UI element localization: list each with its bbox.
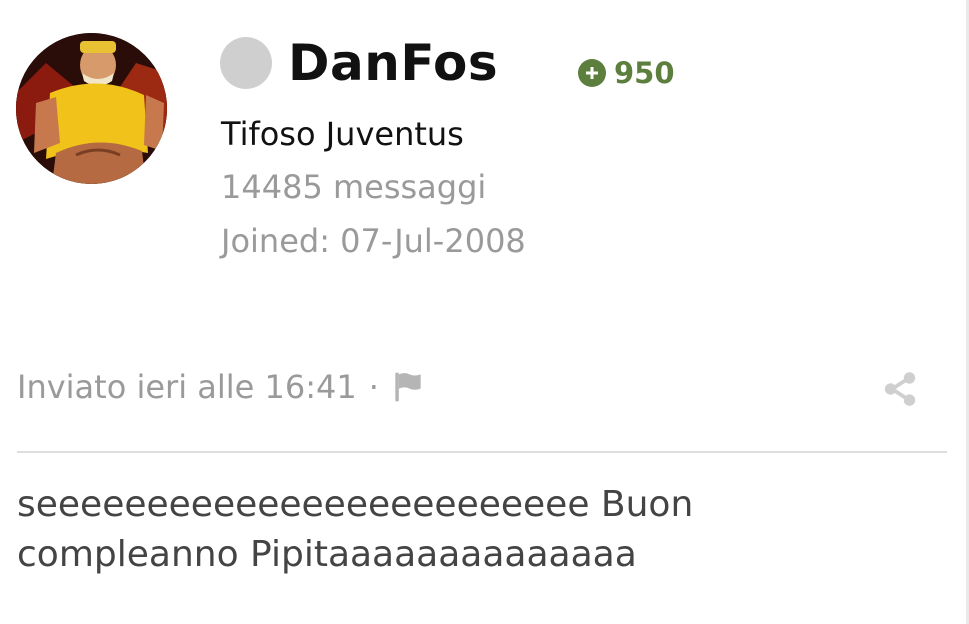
reputation-badge: 950 (578, 56, 675, 90)
share-icon[interactable] (881, 370, 919, 408)
post-content-line: seeeeeeeeeeeeeeeeeeeeeeeee Buon (17, 484, 694, 525)
post-divider (17, 451, 947, 453)
post-content: seeeeeeeeeeeeeeeeeeeeeeeee Buon complean… (17, 480, 947, 580)
username-link[interactable]: DanFos (288, 28, 498, 98)
user-avatar[interactable] (16, 33, 167, 184)
post-timestamp[interactable]: Inviato ieri alle 16:41 (17, 368, 357, 406)
user-post-count: 14485 messaggi (221, 168, 487, 206)
flag-icon[interactable] (389, 368, 427, 406)
plus-circle-icon (578, 59, 606, 87)
offline-status-dot (220, 37, 272, 89)
user-rank: Tifoso Juventus (221, 115, 464, 153)
user-joined-date: Joined: 07-Jul-2008 (221, 222, 526, 260)
reputation-count: 950 (614, 56, 675, 90)
meta-separator: · (368, 368, 379, 406)
post-content-line: compleanno Pipitaaaaaaaaaaaaaa (17, 534, 637, 575)
post-meta: Inviato ieri alle 16:41 · (17, 368, 427, 406)
